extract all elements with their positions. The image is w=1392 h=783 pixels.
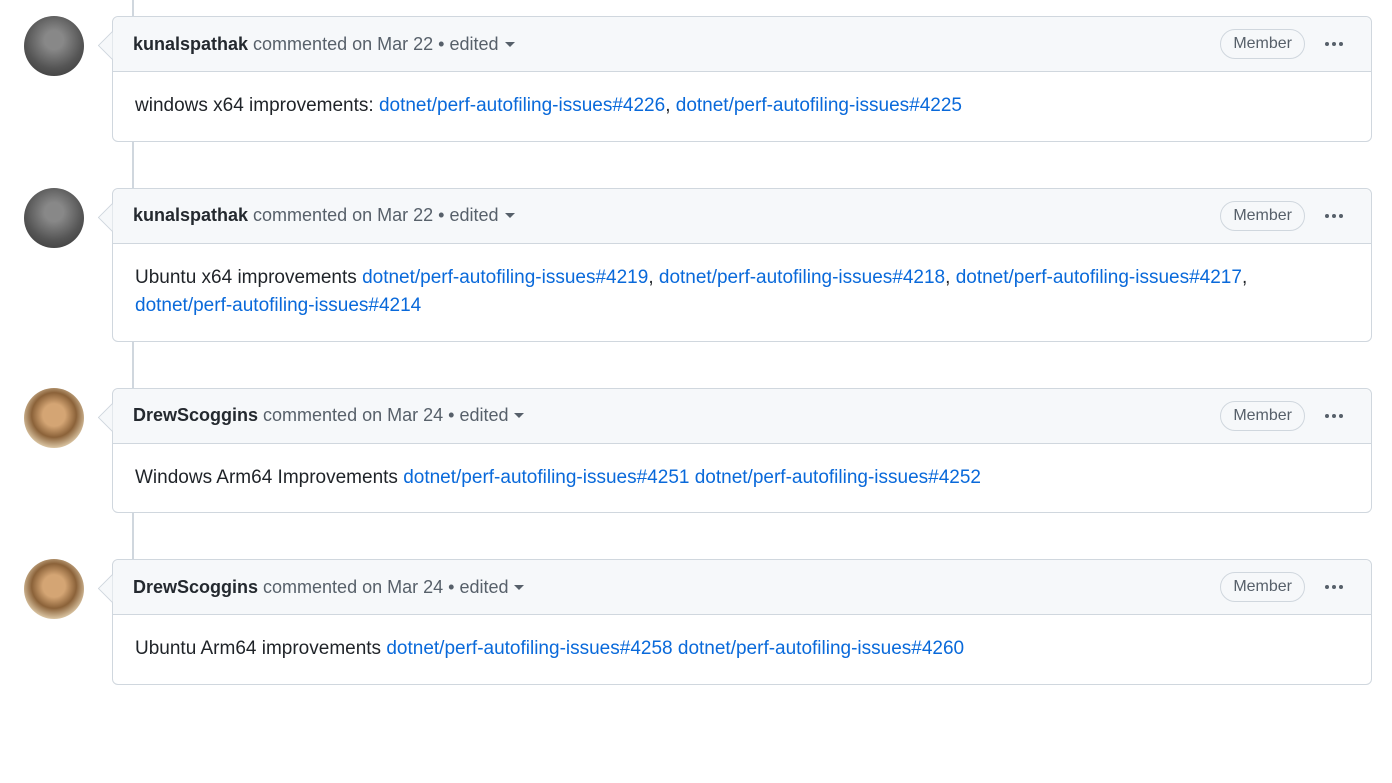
issue-link[interactable]: dotnet/perf-autofiling-issues#4260 (678, 638, 964, 659)
commented-label: commented (263, 402, 357, 429)
commented-label: commented (253, 202, 347, 229)
comment-body: windows x64 improvements: dotnet/perf-au… (113, 72, 1371, 141)
link-separator: , (665, 95, 676, 116)
comment-header-left: kunalspathak commented on Mar 22 • edite… (133, 31, 515, 58)
timeline: kunalspathak commented on Mar 22 • edite… (0, 0, 1392, 685)
comments-container: kunalspathak commented on Mar 22 • edite… (20, 0, 1372, 685)
kebab-menu-icon[interactable] (1317, 34, 1351, 54)
comment-body: Ubuntu Arm64 improvements dotnet/perf-au… (113, 615, 1371, 684)
issue-link[interactable]: dotnet/perf-autofiling-issues#4252 (695, 467, 981, 488)
comment-body: Ubuntu x64 improvements dotnet/perf-auto… (113, 244, 1371, 341)
issue-link[interactable]: dotnet/perf-autofiling-issues#4251 (403, 467, 689, 488)
comment-header-right: Member (1220, 29, 1351, 59)
comment-author-link[interactable]: DrewScoggins (133, 402, 258, 429)
caret-down-icon (505, 42, 515, 47)
edited-dropdown[interactable]: edited (449, 31, 514, 58)
kebab-menu-icon[interactable] (1317, 577, 1351, 597)
link-separator: , (945, 267, 956, 288)
member-badge: Member (1220, 29, 1305, 59)
edited-label: edited (459, 402, 508, 429)
issue-link[interactable]: dotnet/perf-autofiling-issues#4218 (659, 267, 945, 288)
comment-body: Windows Arm64 Improvements dotnet/perf-a… (113, 444, 1371, 513)
avatar[interactable] (24, 188, 84, 248)
member-badge: Member (1220, 572, 1305, 602)
comment-author-link[interactable]: DrewScoggins (133, 574, 258, 601)
kebab-menu-icon[interactable] (1317, 406, 1351, 426)
commented-label: commented (263, 574, 357, 601)
comment-header-right: Member (1220, 572, 1351, 602)
kebab-menu-icon[interactable] (1317, 206, 1351, 226)
dot-separator: • (438, 31, 444, 58)
issue-link[interactable]: dotnet/perf-autofiling-issues#4217 (956, 267, 1242, 288)
issue-link[interactable]: dotnet/perf-autofiling-issues#4226 (379, 95, 665, 116)
comment-header-right: Member (1220, 201, 1351, 231)
comment-body-text: Ubuntu Arm64 improvements (135, 638, 386, 659)
comment-header: kunalspathak commented on Mar 22 • edite… (113, 17, 1371, 72)
comment-item: DrewScoggins commented on Mar 24 • edite… (20, 372, 1372, 514)
dot-separator: • (448, 574, 454, 601)
issue-link[interactable]: dotnet/perf-autofiling-issues#4225 (676, 95, 962, 116)
edited-label: edited (459, 574, 508, 601)
avatar[interactable] (24, 559, 84, 619)
comment-header: kunalspathak commented on Mar 22 • edite… (113, 189, 1371, 244)
comment-header: DrewScoggins commented on Mar 24 • edite… (113, 560, 1371, 615)
link-separator: , (1242, 267, 1247, 288)
caret-down-icon (505, 213, 515, 218)
comment-item: kunalspathak commented on Mar 22 • edite… (20, 0, 1372, 142)
member-badge: Member (1220, 401, 1305, 431)
comment-box: DrewScoggins commented on Mar 24 • edite… (112, 559, 1372, 685)
comment-author-link[interactable]: kunalspathak (133, 31, 248, 58)
caret-down-icon (514, 413, 524, 418)
caret-down-icon (514, 585, 524, 590)
issue-link[interactable]: dotnet/perf-autofiling-issues#4258 (386, 638, 672, 659)
edited-dropdown[interactable]: edited (459, 402, 524, 429)
issue-link[interactable]: dotnet/perf-autofiling-issues#4214 (135, 295, 421, 316)
comment-body-text: windows x64 improvements: (135, 95, 379, 116)
comment-author-link[interactable]: kunalspathak (133, 202, 248, 229)
comment-timestamp[interactable]: on Mar 22 (352, 202, 433, 229)
comment-timestamp[interactable]: on Mar 24 (362, 574, 443, 601)
comment-header-left: DrewScoggins commented on Mar 24 • edite… (133, 402, 524, 429)
comment-header-left: DrewScoggins commented on Mar 24 • edite… (133, 574, 524, 601)
comment-body-text: Ubuntu x64 improvements (135, 267, 362, 288)
edited-dropdown[interactable]: edited (449, 202, 514, 229)
comment-item: kunalspathak commented on Mar 22 • edite… (20, 172, 1372, 342)
issue-link[interactable]: dotnet/perf-autofiling-issues#4219 (362, 267, 648, 288)
comment-box: kunalspathak commented on Mar 22 • edite… (112, 16, 1372, 142)
comment-box: kunalspathak commented on Mar 22 • edite… (112, 188, 1372, 342)
edited-dropdown[interactable]: edited (459, 574, 524, 601)
comment-header-right: Member (1220, 401, 1351, 431)
avatar[interactable] (24, 16, 84, 76)
comment-body-text: Windows Arm64 Improvements (135, 467, 403, 488)
comment-timestamp[interactable]: on Mar 24 (362, 402, 443, 429)
comment-box: DrewScoggins commented on Mar 24 • edite… (112, 388, 1372, 514)
comment-header: DrewScoggins commented on Mar 24 • edite… (113, 389, 1371, 444)
edited-label: edited (449, 202, 498, 229)
member-badge: Member (1220, 201, 1305, 231)
commented-label: commented (253, 31, 347, 58)
edited-label: edited (449, 31, 498, 58)
comment-item: DrewScoggins commented on Mar 24 • edite… (20, 543, 1372, 685)
dot-separator: • (438, 202, 444, 229)
comment-timestamp[interactable]: on Mar 22 (352, 31, 433, 58)
avatar[interactable] (24, 388, 84, 448)
dot-separator: • (448, 402, 454, 429)
link-separator: , (648, 267, 659, 288)
comment-header-left: kunalspathak commented on Mar 22 • edite… (133, 202, 515, 229)
